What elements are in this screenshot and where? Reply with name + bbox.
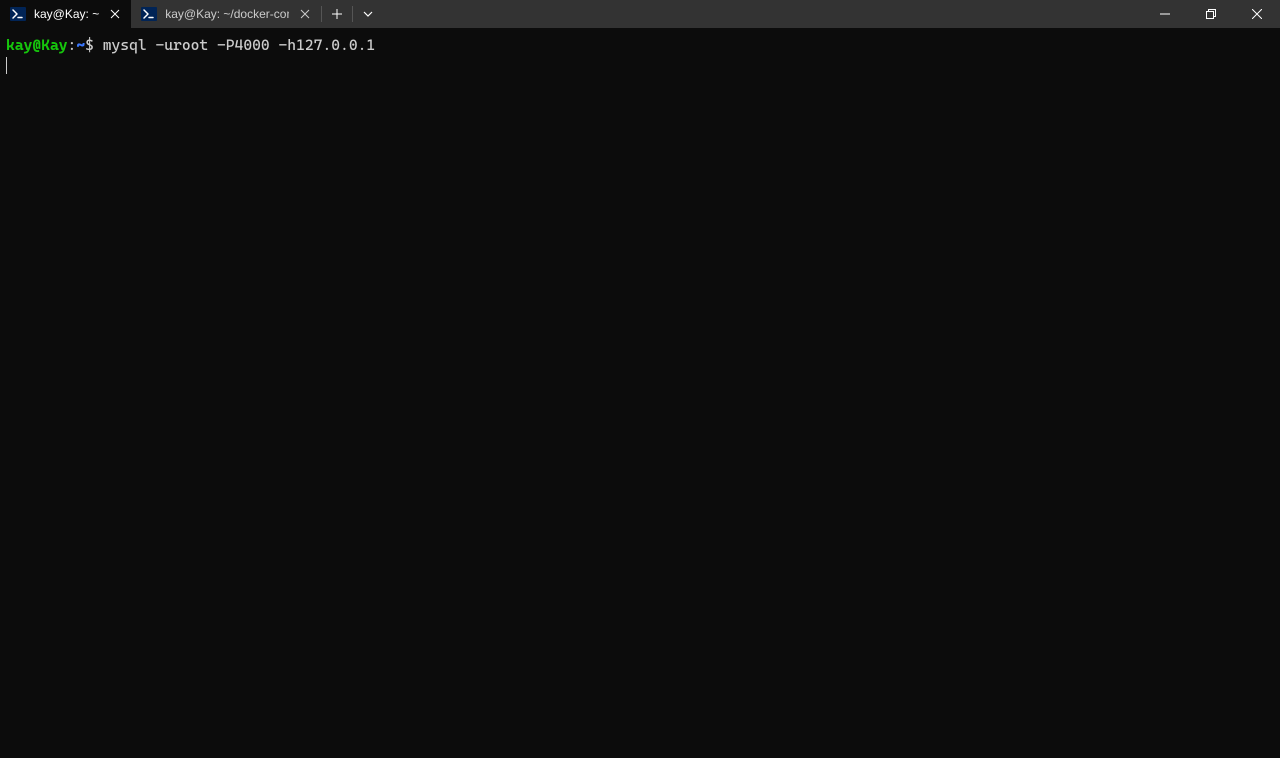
cursor-line [6,56,1274,75]
chevron-down-icon [363,11,373,17]
tab-active[interactable]: kay@Kay: ~ [0,0,131,28]
tab-title: kay@Kay: ~/docker-configs/ha [165,7,289,21]
window-controls [1142,0,1280,28]
tab-dropdown-button[interactable] [353,0,383,28]
close-icon [300,9,310,19]
tab-close-button[interactable] [107,6,123,22]
maximize-icon [1206,9,1216,19]
powershell-icon [10,6,26,22]
maximize-button[interactable] [1188,0,1234,28]
command-text: mysql -uroot -P4000 -h127.0.0.1 [94,36,375,54]
prompt-separator: : [68,36,77,54]
tab-title: kay@Kay: ~ [34,7,99,21]
window-close-button[interactable] [1234,0,1280,28]
titlebar: kay@Kay: ~ kay@Kay: ~/docker-configs/ha [0,0,1280,28]
prompt-path: ~ [76,36,85,54]
titlebar-drag-region[interactable] [383,0,1142,28]
prompt-sigil: $ [85,36,94,54]
command-value: mysql -uroot -P4000 -h127.0.0.1 [103,36,375,54]
terminal-cursor [6,57,7,74]
prompt-user-host: kay@Kay [6,36,68,54]
terminal-viewport[interactable]: kay@Kay:~$ mysql -uroot -P4000 -h127.0.0… [0,28,1280,83]
tab-close-button[interactable] [297,6,313,22]
powershell-icon [141,6,157,22]
minimize-icon [1160,9,1170,19]
close-icon [110,9,120,19]
new-tab-button[interactable] [322,0,352,28]
tab-strip: kay@Kay: ~ kay@Kay: ~/docker-configs/ha [0,0,383,28]
plus-icon [332,9,342,19]
tab-inactive[interactable]: kay@Kay: ~/docker-configs/ha [131,0,321,28]
minimize-button[interactable] [1142,0,1188,28]
close-icon [1252,9,1262,19]
prompt-line: kay@Kay:~$ mysql -uroot -P4000 -h127.0.0… [6,36,1274,56]
